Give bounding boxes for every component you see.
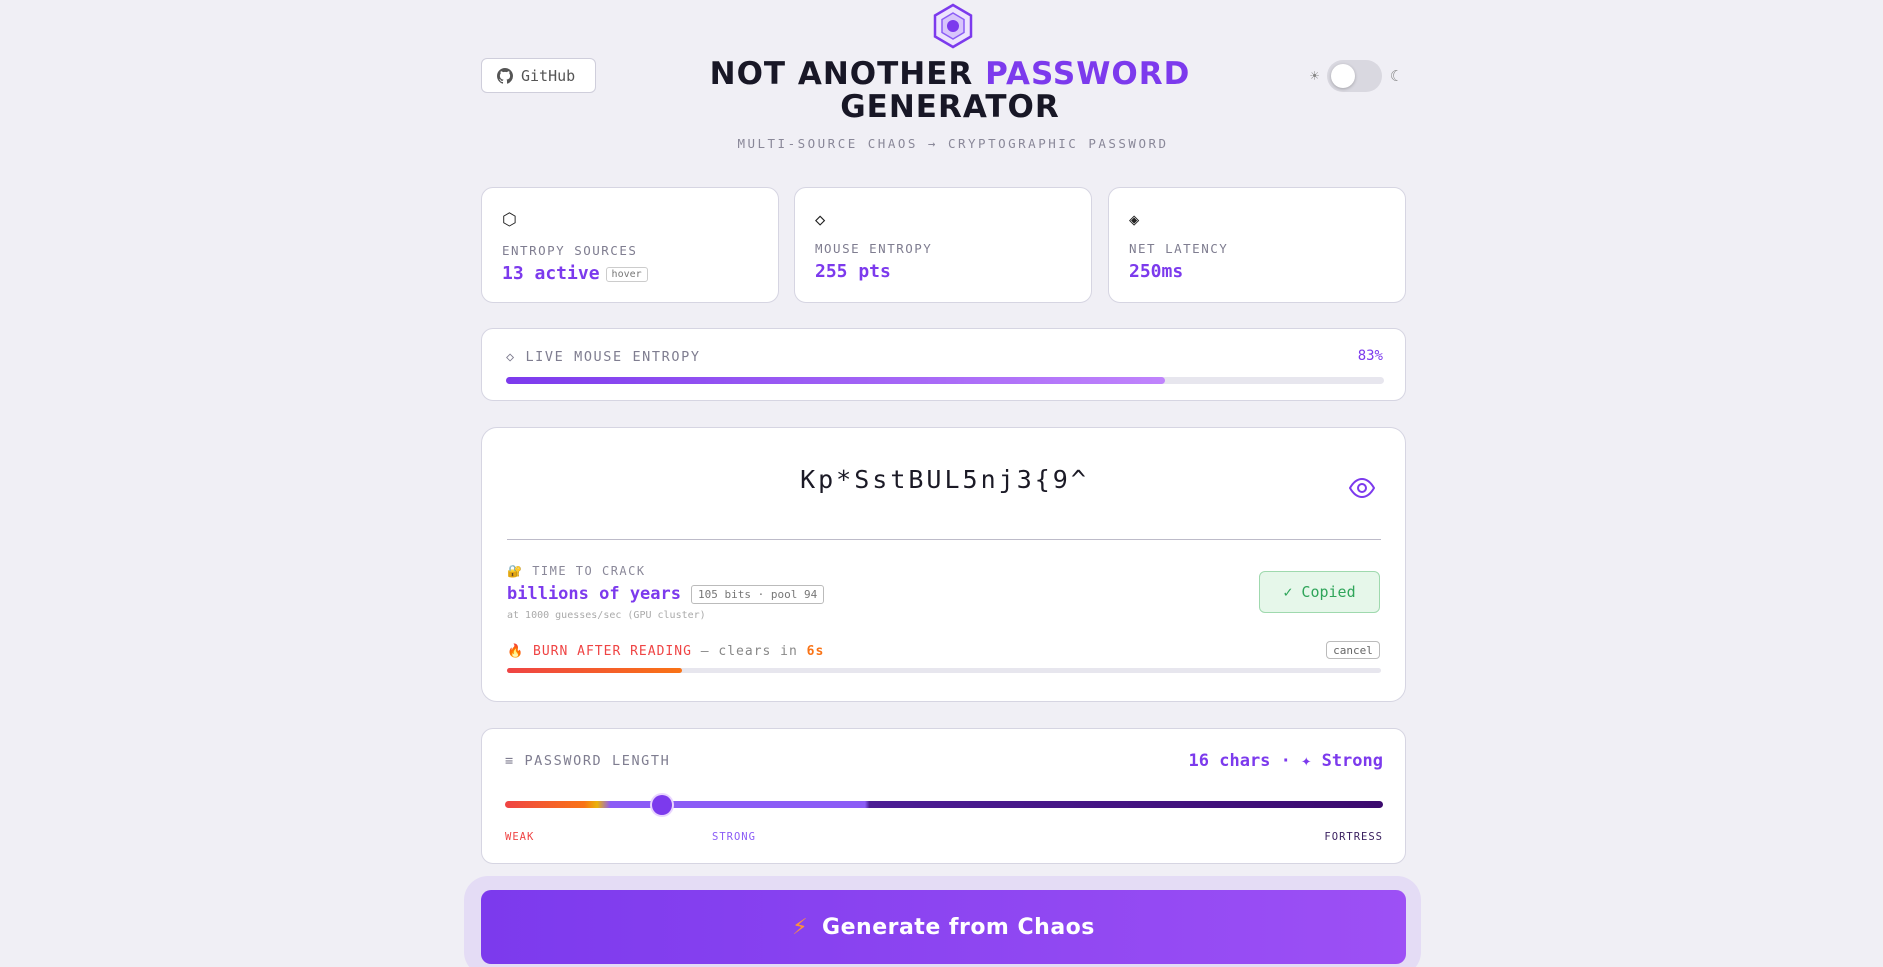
copied-button[interactable]: ✓ Copied xyxy=(1259,571,1380,613)
theme-toggle: ☀ ☾ xyxy=(1310,60,1399,92)
burn-label: BURN AFTER READING xyxy=(533,644,692,659)
diamond-icon: ◇ xyxy=(815,210,826,230)
burn-mid: — clears in xyxy=(700,644,798,659)
crack-note: at 1000 guesses/sec (GPU cluster) xyxy=(507,610,706,621)
stat-card-entropy-sources[interactable]: ⬡ ENTROPY SOURCES 13 active hover xyxy=(481,187,779,303)
password-display[interactable]: Kp*SstBUL5nj3{9^ xyxy=(482,465,1407,494)
title-accent: PASSWORD xyxy=(985,56,1191,92)
eye-icon[interactable] xyxy=(1349,478,1375,498)
title-part2: GENERATOR xyxy=(840,89,1060,125)
hexagon-icon: ⬡ xyxy=(502,210,517,230)
page-title: NOT ANOTHER PASSWORD GENERATOR xyxy=(560,58,1340,124)
hover-badge: hover xyxy=(605,266,648,282)
stat-card-mouse-entropy: ◇ MOUSE ENTROPY 255 pts xyxy=(794,187,1092,303)
generate-label: Generate from Chaos xyxy=(822,914,1095,940)
generate-button[interactable]: ⚡ Generate from Chaos xyxy=(481,890,1406,964)
stat-label: ENTROPY SOURCES xyxy=(502,243,638,258)
stat-card-net-latency: ◈ NET LATENCY 250ms xyxy=(1108,187,1406,303)
password-length-card: ≡ PASSWORD LENGTH 16 chars · ✦ Strong WE… xyxy=(481,728,1406,864)
cancel-button[interactable]: cancel xyxy=(1326,641,1380,659)
live-entropy-label: ◇ LIVE MOUSE ENTROPY xyxy=(506,349,701,365)
crack-badge: 105 bits · pool 94 xyxy=(691,584,825,604)
password-card: Kp*SstBUL5nj3{9^ 🔐 TIME TO CRACK billion… xyxy=(481,427,1406,702)
live-entropy-track xyxy=(506,377,1384,384)
stat-label: MOUSE ENTROPY xyxy=(815,241,933,256)
sun-icon: ☀ xyxy=(1310,67,1320,85)
lock-icon: 🔐 xyxy=(507,564,524,578)
live-entropy-fill xyxy=(506,377,1165,384)
page-subtitle: MULTI-SOURCE CHAOS → CRYPTOGRAPHIC PASSW… xyxy=(737,136,1169,151)
diamond-filled-icon: ◈ xyxy=(1129,210,1140,230)
password-divider xyxy=(507,539,1381,540)
stat-value-text: 13 active xyxy=(502,263,600,284)
switch-knob xyxy=(1331,64,1356,88)
crack-value: billions of years xyxy=(507,584,681,604)
length-summary: 16 chars · ✦ Strong xyxy=(1188,751,1383,771)
stat-value: 255 pts xyxy=(815,261,891,282)
crack-label: TIME TO CRACK xyxy=(532,564,646,578)
moon-icon: ☾ xyxy=(1390,67,1400,85)
scale-fortress: FORTRESS xyxy=(1324,831,1383,843)
crack-value-row: billions of years 105 bits · pool 94 xyxy=(507,584,825,604)
burn-row: 🔥 BURN AFTER READING — clears in 6s xyxy=(507,644,824,659)
live-entropy-card: ◇ LIVE MOUSE ENTROPY 83% xyxy=(481,328,1406,401)
theme-switch[interactable] xyxy=(1327,60,1383,92)
stat-value: 13 active hover xyxy=(502,263,648,284)
crack-label-row: 🔐 TIME TO CRACK xyxy=(507,564,646,578)
burn-fill xyxy=(507,668,682,673)
stat-label: NET LATENCY xyxy=(1129,241,1229,256)
title-part1: NOT ANOTHER xyxy=(709,56,974,92)
hexagon-logo-icon xyxy=(933,3,973,49)
burn-track xyxy=(507,668,1381,673)
lightning-icon: ⚡ xyxy=(792,914,809,940)
length-slider-thumb[interactable] xyxy=(652,795,672,815)
live-entropy-percent: 83% xyxy=(1357,348,1383,364)
scale-strong: STRONG xyxy=(712,831,756,843)
stat-value: 250ms xyxy=(1129,261,1184,282)
burn-seconds: 6s xyxy=(806,644,825,659)
length-label: ≡ PASSWORD LENGTH xyxy=(505,753,671,769)
length-slider-track[interactable] xyxy=(505,801,1383,808)
fire-icon: 🔥 xyxy=(507,644,525,659)
scale-weak: WEAK xyxy=(505,831,535,843)
github-icon xyxy=(497,67,513,84)
